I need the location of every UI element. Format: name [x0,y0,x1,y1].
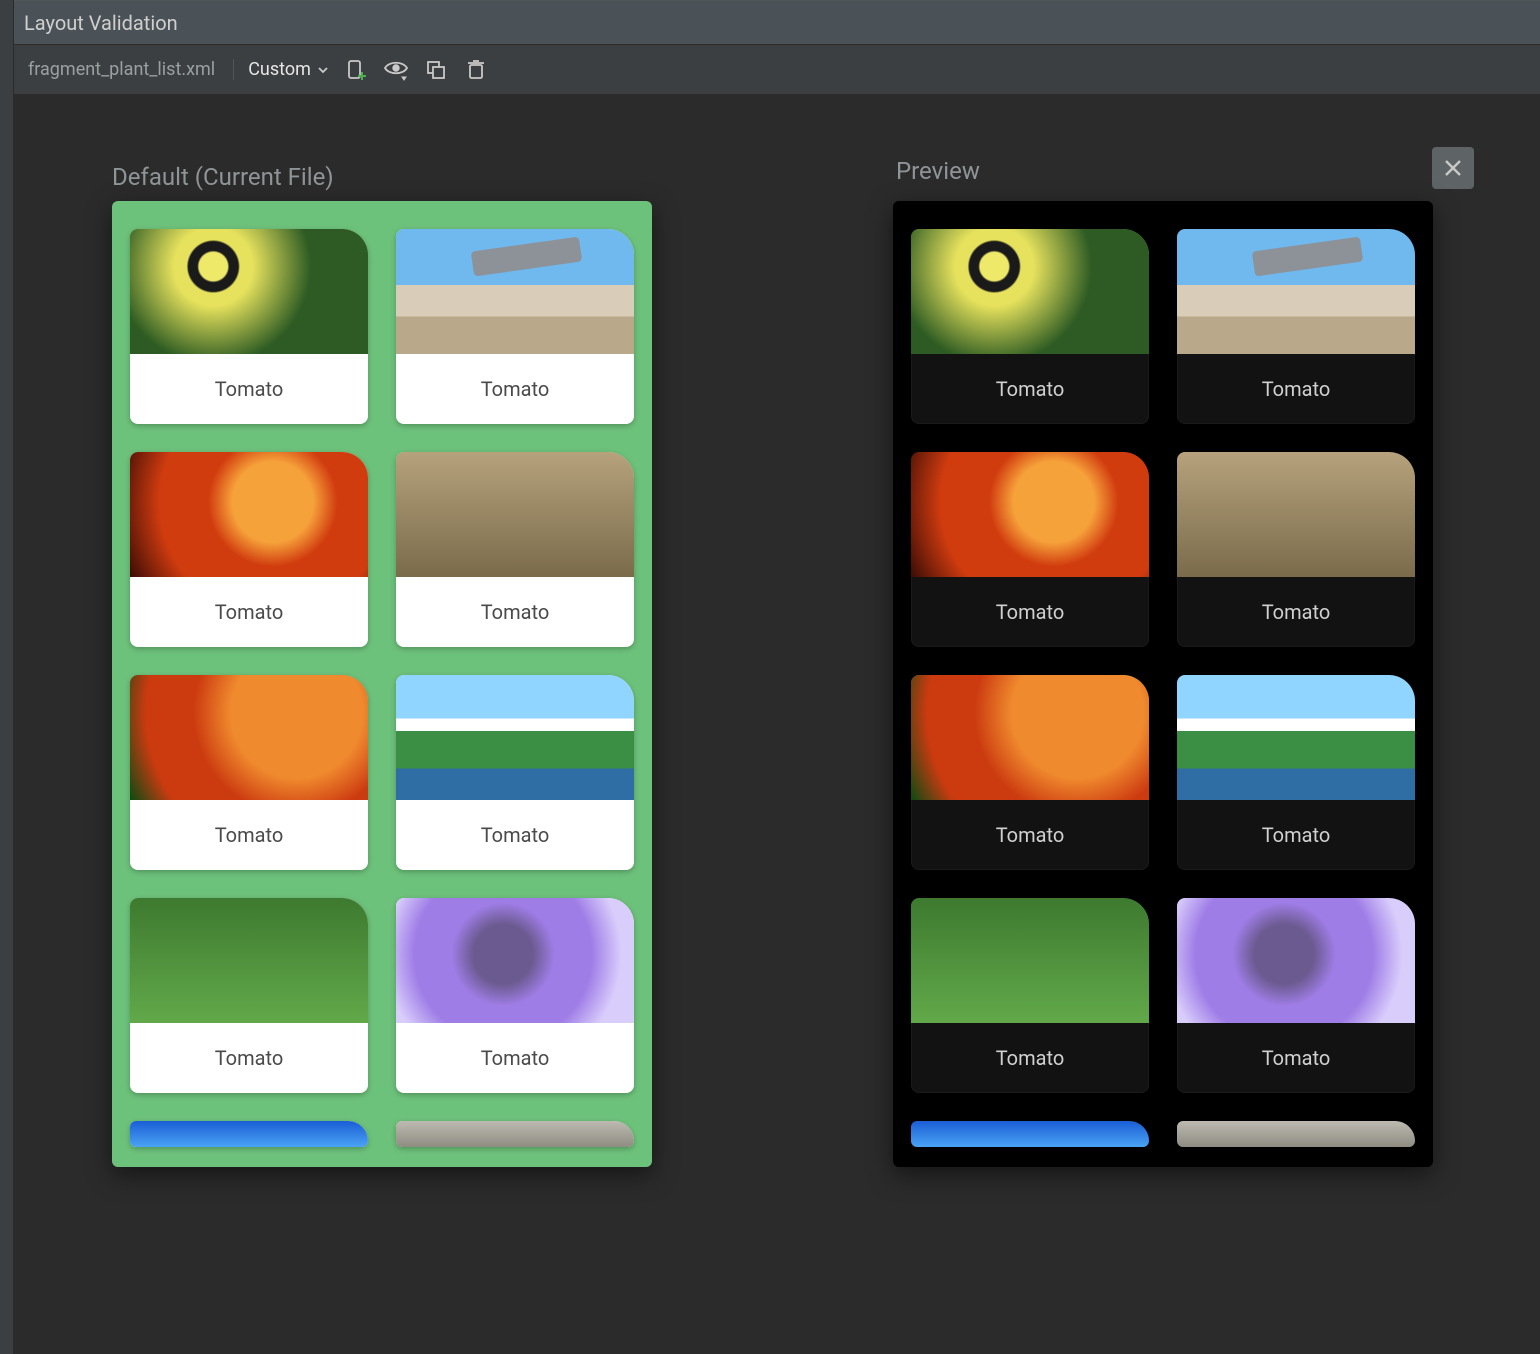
plant-caption: Tomato [396,577,634,647]
close-icon [1443,158,1463,178]
plant-card[interactable]: Tomato [911,229,1149,424]
plant-thumbnail [396,675,634,800]
plant-thumbnail [911,898,1149,1023]
plant-card[interactable]: Tomato [396,452,634,647]
plant-card[interactable]: Tomato [130,675,368,870]
delete-button[interactable] [463,57,489,83]
custom-dropdown-label: Custom [248,59,311,80]
ide-left-gutter [0,0,14,1354]
default-layout-preview[interactable]: Tomato Tomato Tomato Tomato Tomato Tomato Toma… [112,201,652,1167]
plant-caption: Tomato [1177,577,1415,647]
plant-thumbnail [396,452,634,577]
plant-thumbnail [1177,229,1415,354]
plant-grid-light: Tomato Tomato Tomato Tomato Tomato Tomato Toma… [112,201,652,1147]
copy-button[interactable] [423,57,449,83]
preview-panel-label: Preview [896,157,980,185]
plant-thumbnail [1177,898,1415,1023]
plant-card[interactable]: Tomato [396,898,634,1093]
panel-title: Layout Validation [24,11,178,35]
plant-card[interactable]: Tomato [911,898,1149,1093]
plant-card[interactable]: Tomato [1177,1121,1415,1147]
plant-caption: Tomato [130,1023,368,1093]
plant-card[interactable]: Tomato [911,1121,1149,1147]
plant-thumbnail [396,1121,634,1147]
plant-caption: Tomato [1177,354,1415,424]
plant-card[interactable]: Tomato [130,452,368,647]
plant-card[interactable]: Tomato [1177,898,1415,1093]
plant-card[interactable]: Tomato [130,1121,368,1147]
plant-card[interactable]: Tomato [396,1121,634,1147]
plant-card[interactable]: Tomato [911,675,1149,870]
visibility-button[interactable] [383,57,409,83]
add-device-button[interactable] [343,57,369,83]
plant-thumbnail [911,675,1149,800]
plant-caption: Tomato [130,354,368,424]
plant-thumbnail [911,229,1149,354]
plant-caption: Tomato [911,1023,1149,1093]
plant-thumbnail [1177,675,1415,800]
plant-card[interactable]: Tomato [1177,229,1415,424]
plant-caption: Tomato [911,800,1149,870]
plant-caption: Tomato [396,800,634,870]
plant-thumbnail [130,229,368,354]
panel-title-bar: Layout Validation [14,1,1540,45]
plant-caption: Tomato [911,577,1149,647]
custom-dropdown[interactable]: Custom [248,59,329,80]
plant-caption: Tomato [130,800,368,870]
chevron-down-icon [317,64,329,76]
plant-thumbnail [396,229,634,354]
plant-thumbnail [396,898,634,1023]
plant-card[interactable]: Tomato [130,898,368,1093]
plant-thumbnail [911,1121,1149,1147]
plant-card[interactable]: Tomato [1177,675,1415,870]
default-panel-label: Default (Current File) [112,163,334,191]
preview-layout-preview[interactable]: Tomato Tomato Tomato Tomato Tomato Tomato Toma… [893,201,1433,1167]
plant-caption: Tomato [396,354,634,424]
plant-caption: Tomato [911,354,1149,424]
plant-thumbnail [130,675,368,800]
plant-thumbnail [911,452,1149,577]
plant-thumbnail [130,1121,368,1147]
plant-card[interactable]: Tomato [911,452,1149,647]
plant-grid-dark: Tomato Tomato Tomato Tomato Tomato Tomato Toma… [893,201,1433,1147]
plant-card[interactable]: Tomato [396,675,634,870]
toolbar: fragment_plant_list.xml Custom [14,45,1540,95]
layout-canvas[interactable]: Default (Current File) Preview TomatoTom… [14,95,1540,1354]
plant-thumbnail [1177,1121,1415,1147]
filename-label: fragment_plant_list.xml [28,59,234,80]
plant-caption: Tomato [130,577,368,647]
plant-thumbnail [130,452,368,577]
close-preview-button[interactable] [1432,147,1474,189]
plant-caption: Tomato [396,1023,634,1093]
plant-card[interactable]: Tomato [1177,452,1415,647]
plant-caption: Tomato [1177,1023,1415,1093]
plant-card[interactable]: Tomato [396,229,634,424]
layout-validation-panel: Layout Validation fragment_plant_list.xm… [14,0,1540,1354]
plant-caption: Tomato [1177,800,1415,870]
plant-thumbnail [1177,452,1415,577]
plant-card[interactable]: Tomato [130,229,368,424]
plant-thumbnail [130,898,368,1023]
